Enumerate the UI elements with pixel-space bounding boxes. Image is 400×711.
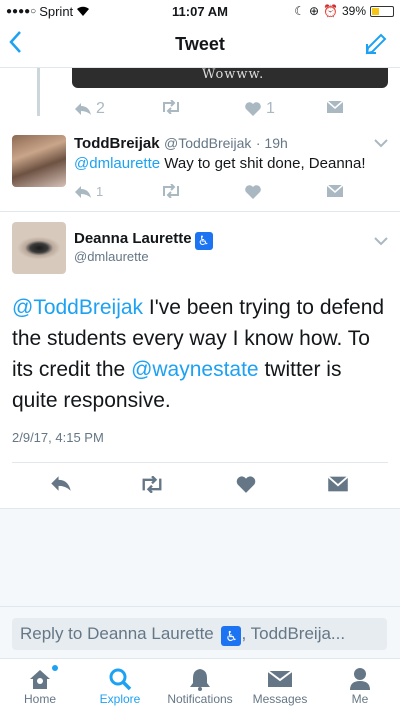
reply-bar: Reply to Deanna Laurette ♿, ToddBreija..… — [0, 606, 400, 658]
tab-label: Explore — [99, 692, 141, 706]
tweet-header: ToddBreijak @ToddBreijak · 19h — [74, 135, 288, 153]
nav-bar: Tweet — [0, 22, 400, 68]
envelope-icon — [267, 666, 293, 692]
reply-placeholder: Reply to Deanna Laurette — [20, 624, 219, 643]
dm-button[interactable] — [327, 475, 349, 493]
retweet-icon — [163, 100, 179, 114]
chevron-left-icon — [9, 31, 21, 53]
tweet-text: @ToddBreijak I've been trying to defend … — [12, 292, 390, 416]
tweet-media[interactable]: Wowww. — [72, 68, 388, 88]
retweet-icon — [163, 184, 179, 198]
chevron-down-icon — [374, 237, 388, 246]
mention-link[interactable]: @waynestate — [131, 358, 259, 381]
search-icon — [108, 666, 132, 692]
envelope-icon — [327, 475, 349, 492]
tweet-text: @dmlaurette Way to get shit done, Deanna… — [74, 155, 366, 172]
accessibility-icon: ♿ — [221, 626, 242, 646]
tab-label: Me — [351, 692, 369, 706]
tab-me[interactable]: Me — [320, 659, 400, 711]
reply-input[interactable]: Reply to Deanna Laurette ♿, ToddBreija..… — [12, 618, 387, 650]
divider — [0, 211, 400, 212]
battery-icon — [370, 5, 394, 17]
dm-button[interactable] — [326, 184, 344, 198]
author-name[interactable]: Deanna Laurette — [74, 230, 192, 247]
page-title: Tweet — [175, 34, 225, 54]
envelope-icon — [326, 184, 344, 197]
reply-button[interactable] — [50, 475, 72, 492]
reply-icon — [51, 476, 71, 491]
notification-dot — [52, 665, 58, 671]
reply-count: 1 — [96, 184, 104, 199]
tab-messages[interactable]: Messages — [240, 659, 320, 711]
mention-link[interactable]: @dmlaurette — [74, 155, 160, 172]
tweet-options-button[interactable] — [374, 135, 388, 153]
heart-icon — [245, 102, 261, 116]
home-icon — [28, 666, 52, 692]
heart-icon — [236, 476, 256, 493]
heart-icon — [245, 185, 261, 199]
tab-notifications[interactable]: Notifications — [160, 659, 240, 711]
tab-home[interactable]: Home — [0, 659, 80, 711]
tab-label: Notifications — [167, 692, 233, 706]
like-button[interactable] — [244, 184, 262, 200]
tweet-timestamp: 2/9/17, 4:15 PM — [12, 430, 104, 445]
reply-button[interactable]: 2 — [74, 100, 105, 118]
avatar[interactable] — [12, 222, 66, 274]
reply-button[interactable]: 1 — [74, 184, 103, 199]
retweet-icon — [142, 476, 162, 493]
author-handle[interactable]: @ToddBreijak — [164, 135, 251, 151]
status-bar: ●●●●○ Sprint 11:07 AM ☾ ⊕ ⏰ 39% — [0, 0, 400, 22]
empty-area — [0, 508, 400, 606]
tab-label: Home — [23, 692, 56, 706]
author-name[interactable]: ToddBreijak — [74, 135, 160, 152]
reply-icon — [75, 103, 91, 115]
avatar[interactable] — [12, 135, 66, 187]
like-button[interactable]: 1 — [244, 100, 275, 118]
tweet-body: Way to get shit done, Deanna! — [160, 155, 366, 172]
tweet-header: Deanna Laurette ♿ — [74, 230, 213, 250]
bell-icon — [189, 666, 211, 692]
compose-icon — [365, 33, 387, 55]
thread-line — [37, 68, 40, 116]
tab-explore[interactable]: Explore — [80, 659, 160, 711]
envelope-icon — [326, 100, 344, 113]
retweet-button[interactable] — [139, 476, 165, 493]
divider — [12, 462, 388, 463]
compose-button[interactable] — [364, 32, 388, 61]
reply-placeholder-suffix: , ToddBreija... — [241, 624, 346, 643]
reply-count: 2 — [96, 100, 105, 117]
accessibility-icon: ♿ — [194, 232, 213, 250]
like-button[interactable] — [235, 475, 257, 494]
like-count: 1 — [266, 100, 275, 117]
mention-link[interactable]: @ToddBreijak — [12, 296, 143, 319]
author-handle[interactable]: @dmlaurette — [74, 249, 149, 264]
clock: 11:07 AM — [172, 4, 228, 19]
tab-label: Messages — [252, 692, 308, 706]
retweet-button[interactable] — [160, 100, 182, 114]
back-button[interactable] — [8, 30, 22, 59]
tweet-age: · 19h — [255, 135, 288, 151]
retweet-button[interactable] — [160, 184, 182, 198]
reply-icon — [75, 185, 91, 198]
person-icon — [349, 666, 371, 692]
tab-bar: Home Explore Notifications Messages Me — [0, 658, 400, 711]
tweet-options-button[interactable] — [374, 233, 388, 251]
chevron-down-icon — [374, 139, 388, 148]
dm-button[interactable] — [326, 100, 344, 114]
